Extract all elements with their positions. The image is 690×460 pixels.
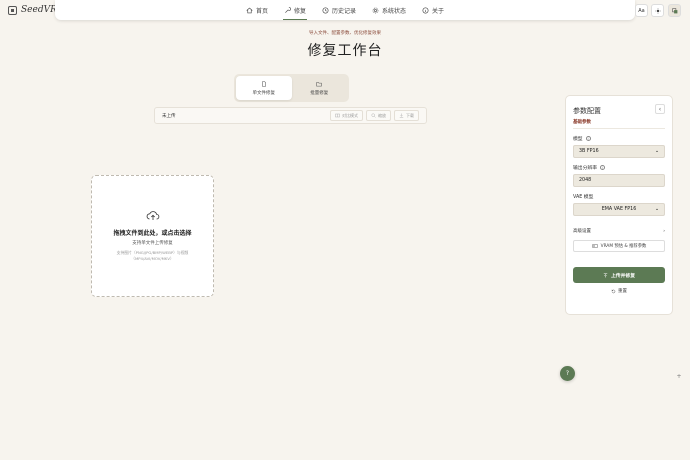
nav-label: 首页 [255, 7, 268, 15]
nav-label: 历史记录 [331, 7, 356, 15]
nav-about[interactable]: 关于 [421, 0, 445, 20]
dropzone-subtitle: 支持单文件上传修复 [132, 241, 173, 246]
download-icon [399, 113, 404, 118]
mode-tabs: 单文件修复 批量修复 [234, 74, 349, 102]
search-icon [371, 113, 376, 118]
nav-label: 关于 [432, 7, 445, 15]
upload-status: 未上传 [162, 113, 176, 119]
chevron-right-icon: › [663, 228, 665, 234]
vae-label-row: VAE 模型 [573, 193, 665, 200]
reset-button[interactable]: 重置 [573, 288, 665, 294]
nav-label: 系统状态 [382, 7, 407, 15]
tab-single-file[interactable]: 单文件修复 [236, 76, 292, 100]
collapse-panel-button[interactable]: ‹ [655, 104, 665, 114]
model-label-row: 模型 i [573, 135, 665, 142]
chevron-down-icon: ⌄ [654, 149, 659, 154]
compare-icon [335, 113, 340, 118]
zoom-button[interactable]: 缩放 [366, 110, 391, 121]
nav-history[interactable]: 历史记录 [321, 0, 357, 20]
window-button[interactable] [668, 4, 681, 17]
vae-select[interactable]: EMA VAE FP16 ⌄ [573, 203, 665, 216]
vae-value: EMA VAE FP16 [601, 207, 637, 212]
compare-label: 对比模式 [342, 112, 358, 118]
resolution-label-row: 输出分辨率 i [573, 164, 665, 171]
nav-system-status[interactable]: 系统状态 [371, 0, 407, 20]
tab-batch[interactable]: 批量修复 [292, 76, 348, 100]
file-dropzone[interactable]: 拖拽文件到此处，或点击选择 支持单文件上传修复 支持图片（PNG/JPG/BMP… [91, 175, 214, 297]
params-panel: 参数配置 ‹ 基础参数 模型 i 3B FP16 ⌄ 输出分辨率 i 2048 … [565, 95, 673, 315]
info-icon[interactable]: i [600, 165, 605, 170]
theme-toggle-button[interactable] [651, 4, 664, 17]
zoom-label: 缩放 [378, 112, 386, 118]
nav-label: 修复 [293, 7, 306, 15]
hint-line-2: （MP4/AVI/MOV/MKV） [131, 256, 174, 261]
plus-icon[interactable]: + [676, 373, 682, 380]
advanced-label: 高级设置 [573, 229, 591, 234]
vram-estimate-button[interactable]: VRAM 预估 & 推荐参数 [573, 240, 665, 252]
resolution-input[interactable]: 2048 [573, 174, 665, 187]
page-title: 修复工作台 [307, 43, 383, 59]
cloud-upload-icon [146, 211, 159, 220]
font-size-button[interactable]: Aa [635, 4, 648, 17]
upload-and-repair-button[interactable]: 上传并修复 [573, 267, 665, 283]
chevron-down-icon: ⌄ [654, 207, 659, 212]
chevron-left-icon: ‹ [658, 105, 662, 113]
nav-repair[interactable]: 修复 [282, 0, 307, 20]
help-fab-button[interactable]: ? [560, 366, 575, 381]
vae-label: VAE 模型 [573, 195, 594, 200]
gear-icon [372, 7, 379, 13]
font-size-label: Aa [638, 7, 645, 14]
model-select[interactable]: 3B FP16 ⌄ [573, 145, 665, 158]
upload-label: 上传并修复 [611, 273, 635, 279]
resolution-label: 输出分辨率 [573, 166, 597, 171]
wrench-icon [285, 6, 291, 13]
resolution-value: 2048 [579, 178, 592, 183]
folder-icon [316, 81, 322, 86]
panel-title: 参数配置 [573, 107, 601, 115]
model-value: 3B FP16 [579, 149, 599, 154]
logo-icon [8, 5, 17, 15]
home-icon [246, 7, 253, 13]
history-icon [322, 7, 329, 13]
gpu-icon [591, 244, 598, 248]
download-button[interactable]: 下载 [394, 110, 419, 121]
file-icon [261, 80, 266, 87]
advanced-settings-toggle[interactable]: 高级设置 › [573, 224, 665, 235]
model-label: 模型 [573, 137, 583, 142]
tab-label: 批量修复 [310, 90, 329, 96]
nav-home[interactable]: 首页 [245, 0, 269, 20]
section-basic-params: 基础参数 [573, 119, 665, 129]
tab-label: 单文件修复 [252, 90, 276, 96]
main-nav: 首页 修复 历史记录 系统状态 关于 [55, 0, 635, 20]
info-icon[interactable]: i [585, 136, 591, 141]
sun-icon [654, 7, 661, 14]
vram-label: VRAM 预估 & 推荐参数 [600, 244, 647, 249]
dropzone-hint: 支持图片（PNG/JPG/BMP/WEBP）与视频 （MP4/AVI/MOV/M… [117, 250, 189, 262]
copy-icon [671, 7, 677, 13]
info-icon [422, 7, 429, 13]
help-icon: ? [565, 370, 570, 377]
reset-label: 重置 [618, 289, 627, 294]
preview-toolbar: 未上传 对比模式 缩放 下载 [154, 107, 427, 124]
upload-icon [603, 273, 608, 277]
download-label: 下载 [406, 112, 414, 118]
page-subtitle: 导入文件、配置参数、优化修复效果 [309, 31, 381, 36]
compare-mode-button[interactable]: 对比模式 [330, 110, 363, 121]
dropzone-title: 拖拽文件到此处，或点击选择 [113, 230, 192, 237]
reset-icon [611, 289, 616, 293]
